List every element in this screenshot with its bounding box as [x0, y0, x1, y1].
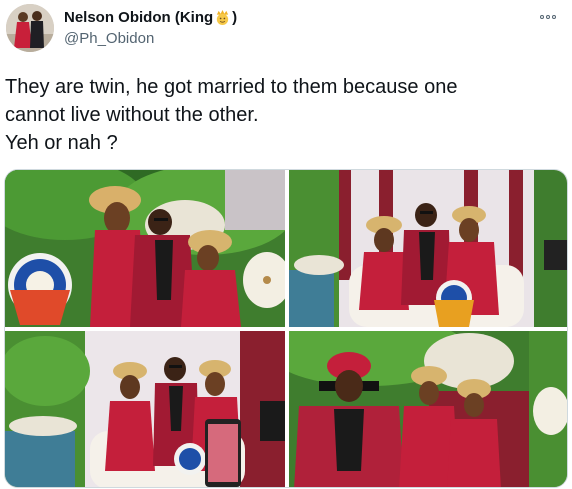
tweet-text: They are twin, he got married to them be… — [5, 73, 565, 157]
photo-2-image — [289, 170, 567, 327]
tweet-photo-2[interactable] — [289, 170, 567, 327]
author-handle[interactable]: @Ph_Obidon — [64, 30, 154, 47]
more-options-button[interactable] — [536, 8, 560, 26]
crown-face-emoji-icon — [216, 9, 229, 26]
tweet-card: Nelson Obidon (King ) @Ph_Obidon They ar… — [0, 0, 572, 489]
media-grid — [4, 169, 568, 488]
display-name[interactable]: Nelson Obidon (King — [64, 9, 213, 26]
photo-4-image — [289, 331, 567, 487]
more-horizontal-icon — [540, 15, 544, 19]
tweet-text-line: Yeh or nah ? — [5, 132, 118, 154]
display-name-close: ) — [232, 9, 238, 26]
tweet-photo-3[interactable] — [5, 331, 285, 487]
tweet-photo-1[interactable] — [5, 170, 285, 327]
avatar-image — [6, 4, 54, 52]
tweet-text-line: They are twin, he got married to them be… — [5, 76, 458, 98]
tweet-text-line: cannot live without the other. — [5, 104, 259, 126]
avatar[interactable] — [6, 4, 54, 52]
more-dot — [552, 15, 556, 19]
photo-1-image — [5, 170, 285, 327]
photo-3-image — [5, 331, 285, 487]
author-name-row[interactable]: Nelson Obidon (King ) — [64, 9, 237, 26]
tweet-photo-4[interactable] — [289, 331, 567, 487]
more-dot — [546, 15, 550, 19]
